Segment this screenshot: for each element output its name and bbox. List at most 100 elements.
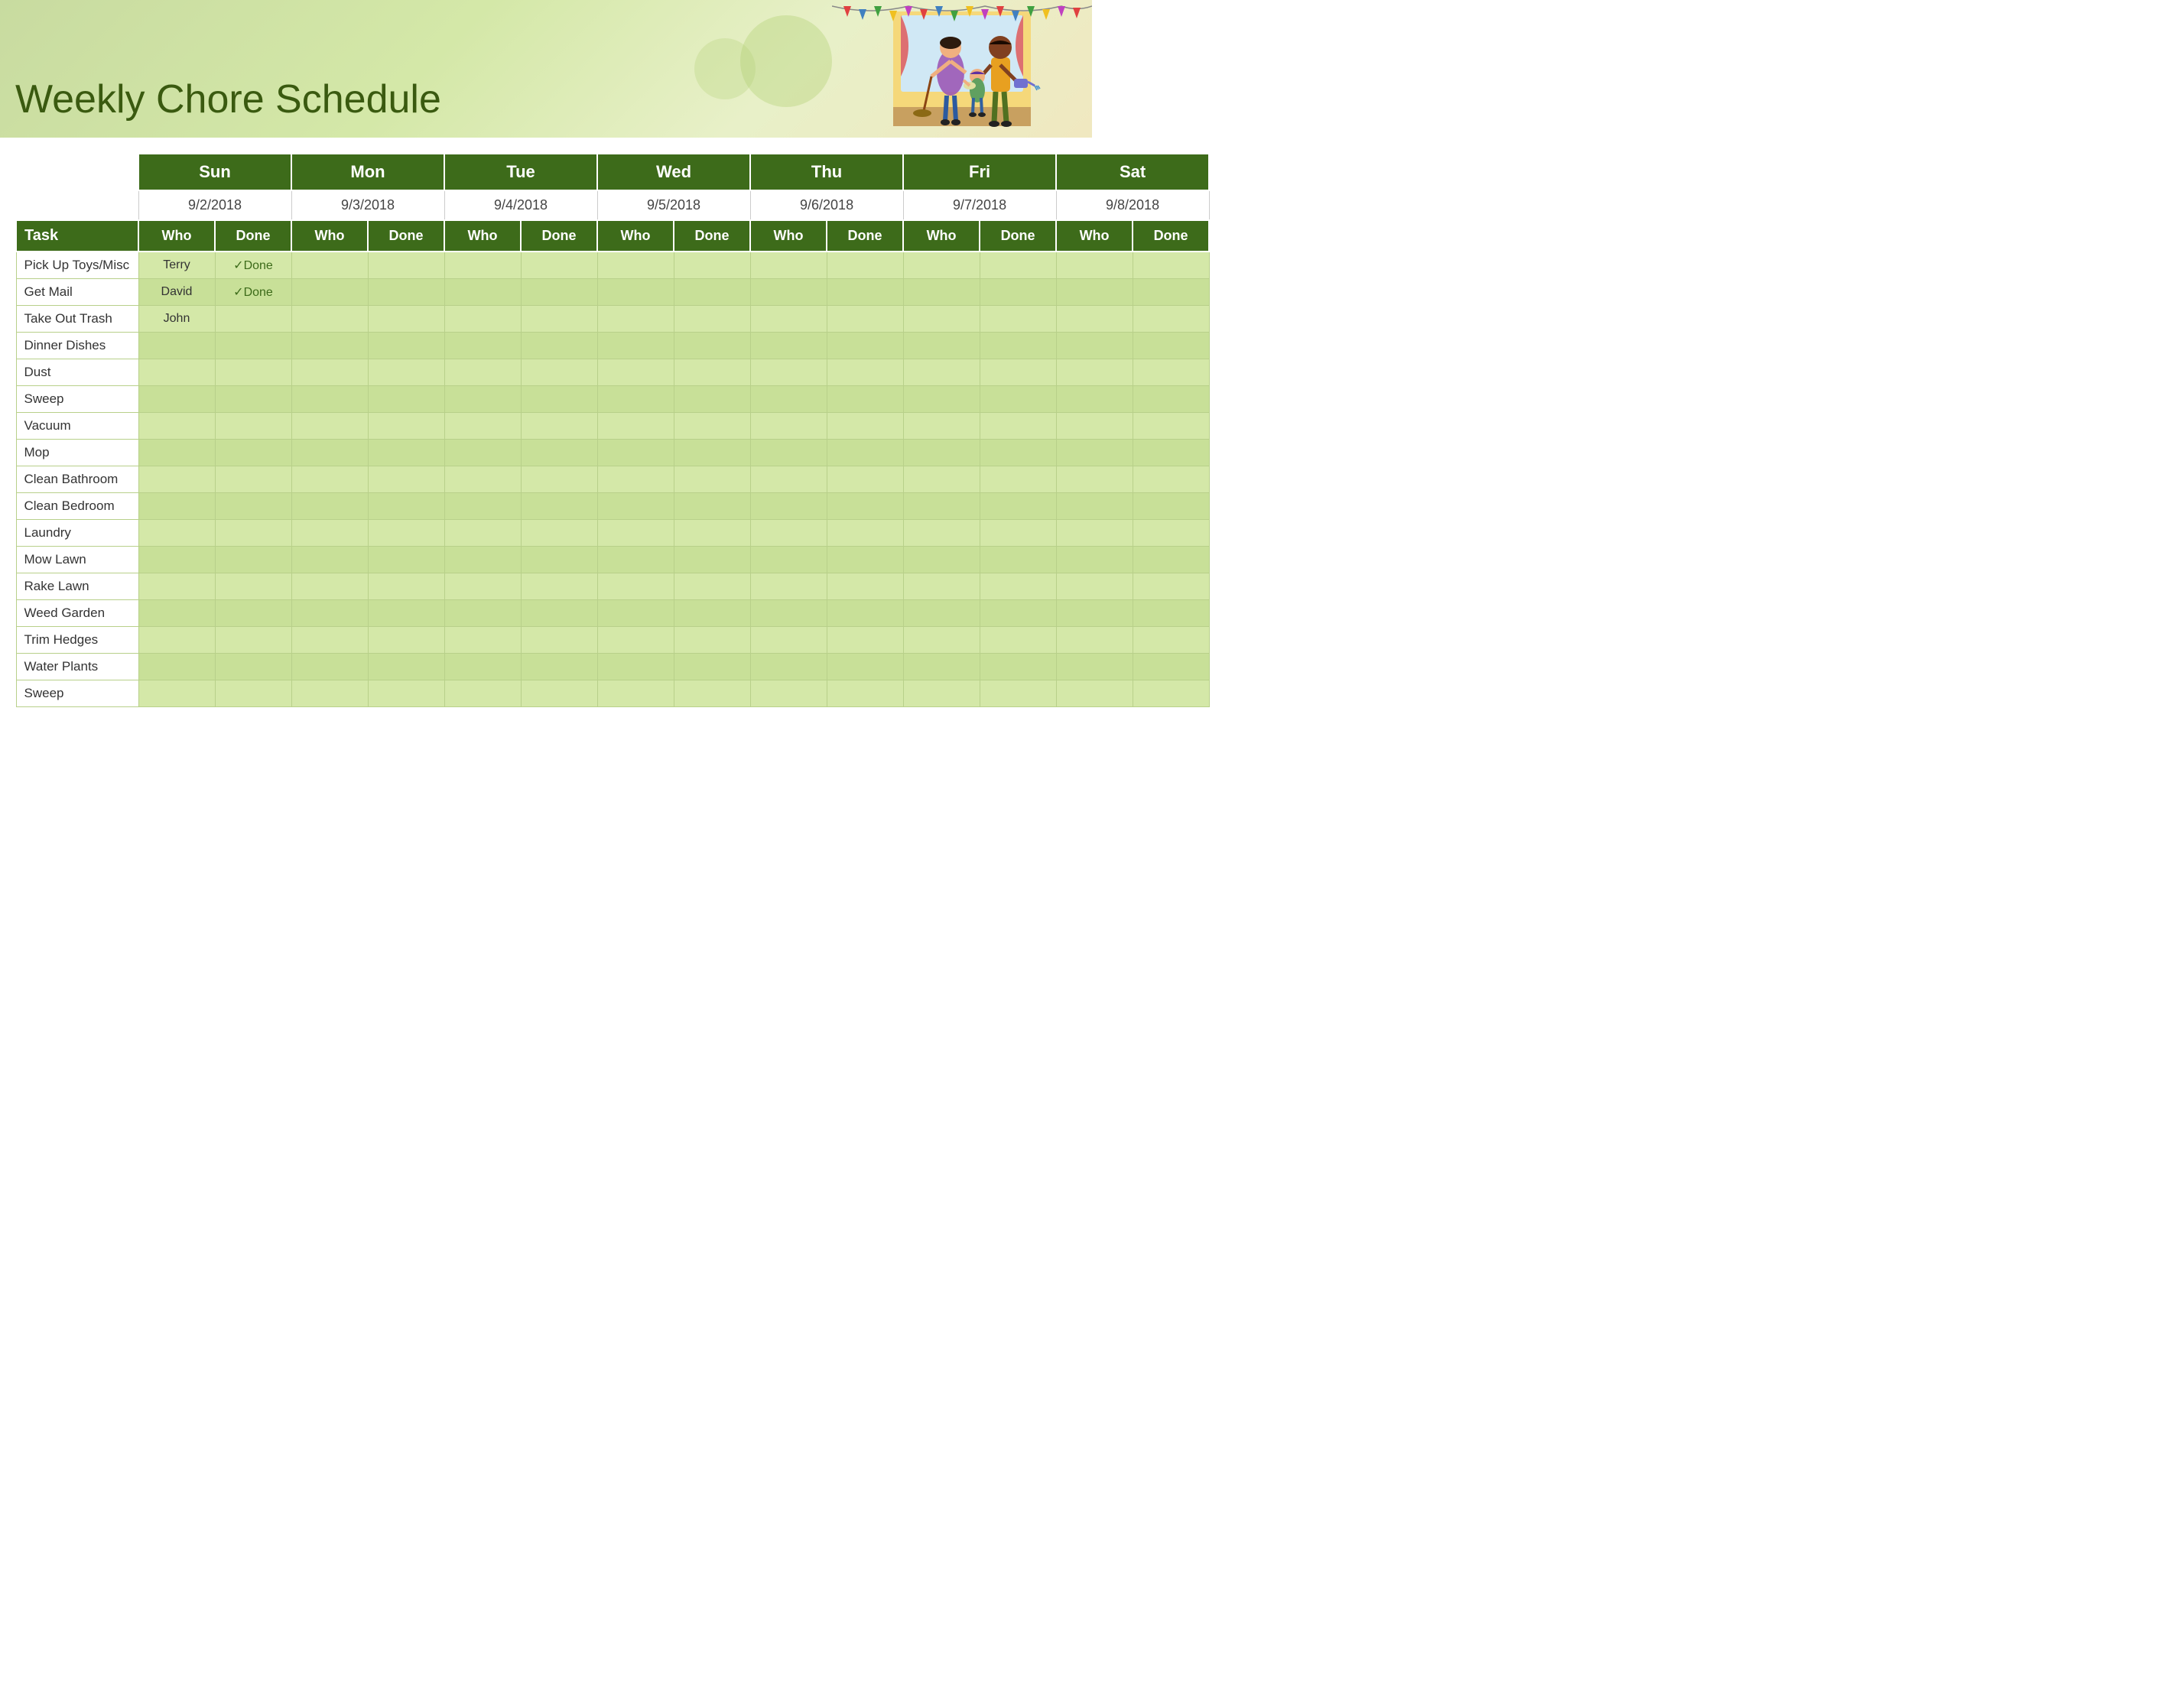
tue-who-cell[interactable]: [444, 279, 521, 306]
wed-done-cell[interactable]: [674, 654, 750, 680]
sun-who-cell[interactable]: [138, 547, 215, 573]
wed-who-cell[interactable]: [597, 333, 674, 359]
fri-who-cell[interactable]: [903, 279, 980, 306]
tue-who-cell[interactable]: [444, 306, 521, 333]
sun-done-cell[interactable]: [215, 359, 291, 386]
mon-who-cell[interactable]: [291, 466, 368, 493]
fri-done-cell[interactable]: [980, 680, 1056, 707]
thu-who-cell[interactable]: [750, 333, 827, 359]
tue-who-cell[interactable]: [444, 627, 521, 654]
tue-done-cell[interactable]: [521, 306, 597, 333]
sun-who-cell[interactable]: Terry: [138, 252, 215, 279]
sun-done-cell[interactable]: [215, 573, 291, 600]
sat-done-cell[interactable]: [1133, 600, 1209, 627]
mon-done-cell[interactable]: [368, 547, 444, 573]
fri-who-cell[interactable]: [903, 440, 980, 466]
sat-who-cell[interactable]: [1056, 359, 1133, 386]
sat-who-cell[interactable]: [1056, 600, 1133, 627]
tue-who-cell[interactable]: [444, 440, 521, 466]
mon-who-cell[interactable]: [291, 600, 368, 627]
thu-who-cell[interactable]: [750, 493, 827, 520]
fri-done-cell[interactable]: [980, 654, 1056, 680]
thu-who-cell[interactable]: [750, 654, 827, 680]
sun-done-cell[interactable]: [215, 386, 291, 413]
sat-who-cell[interactable]: [1056, 573, 1133, 600]
sat-done-cell[interactable]: [1133, 547, 1209, 573]
thu-done-cell[interactable]: [827, 440, 903, 466]
sun-done-cell[interactable]: [215, 654, 291, 680]
sat-done-cell[interactable]: [1133, 279, 1209, 306]
sun-who-cell[interactable]: [138, 680, 215, 707]
thu-done-cell[interactable]: [827, 279, 903, 306]
fri-done-cell[interactable]: [980, 547, 1056, 573]
mon-done-cell[interactable]: [368, 333, 444, 359]
mon-done-cell[interactable]: [368, 386, 444, 413]
wed-done-cell[interactable]: [674, 627, 750, 654]
wed-done-cell[interactable]: [674, 440, 750, 466]
mon-who-cell[interactable]: [291, 306, 368, 333]
fri-who-cell[interactable]: [903, 386, 980, 413]
wed-who-cell[interactable]: [597, 520, 674, 547]
fri-done-cell[interactable]: [980, 600, 1056, 627]
sun-done-cell[interactable]: [215, 547, 291, 573]
mon-who-cell[interactable]: [291, 359, 368, 386]
thu-who-cell[interactable]: [750, 306, 827, 333]
sat-who-cell[interactable]: [1056, 627, 1133, 654]
sun-who-cell[interactable]: [138, 466, 215, 493]
tue-who-cell[interactable]: [444, 654, 521, 680]
mon-done-cell[interactable]: [368, 359, 444, 386]
sun-who-cell[interactable]: [138, 520, 215, 547]
thu-who-cell[interactable]: [750, 466, 827, 493]
tue-who-cell[interactable]: [444, 386, 521, 413]
thu-done-cell[interactable]: [827, 600, 903, 627]
sat-done-cell[interactable]: [1133, 252, 1209, 279]
sat-done-cell[interactable]: [1133, 493, 1209, 520]
sat-done-cell[interactable]: [1133, 680, 1209, 707]
sun-who-cell[interactable]: [138, 654, 215, 680]
wed-done-cell[interactable]: [674, 547, 750, 573]
tue-done-cell[interactable]: [521, 573, 597, 600]
fri-who-cell[interactable]: [903, 627, 980, 654]
thu-done-cell[interactable]: [827, 547, 903, 573]
thu-who-cell[interactable]: [750, 627, 827, 654]
wed-who-cell[interactable]: [597, 600, 674, 627]
fri-done-cell[interactable]: [980, 440, 1056, 466]
thu-done-cell[interactable]: [827, 466, 903, 493]
fri-done-cell[interactable]: [980, 306, 1056, 333]
sun-done-cell[interactable]: [215, 333, 291, 359]
wed-who-cell[interactable]: [597, 573, 674, 600]
fri-done-cell[interactable]: [980, 359, 1056, 386]
thu-done-cell[interactable]: [827, 359, 903, 386]
thu-who-cell[interactable]: [750, 252, 827, 279]
fri-done-cell[interactable]: [980, 279, 1056, 306]
wed-who-cell[interactable]: [597, 413, 674, 440]
mon-who-cell[interactable]: [291, 547, 368, 573]
fri-who-cell[interactable]: [903, 654, 980, 680]
mon-done-cell[interactable]: [368, 520, 444, 547]
sun-who-cell[interactable]: [138, 493, 215, 520]
sat-done-cell[interactable]: [1133, 413, 1209, 440]
mon-done-cell[interactable]: [368, 279, 444, 306]
thu-done-cell[interactable]: [827, 520, 903, 547]
wed-done-cell[interactable]: [674, 252, 750, 279]
thu-who-cell[interactable]: [750, 547, 827, 573]
fri-who-cell[interactable]: [903, 573, 980, 600]
fri-done-cell[interactable]: [980, 413, 1056, 440]
mon-who-cell[interactable]: [291, 654, 368, 680]
sun-who-cell[interactable]: [138, 413, 215, 440]
fri-who-cell[interactable]: [903, 493, 980, 520]
tue-done-cell[interactable]: [521, 413, 597, 440]
mon-done-cell[interactable]: [368, 600, 444, 627]
mon-who-cell[interactable]: [291, 493, 368, 520]
fri-done-cell[interactable]: [980, 520, 1056, 547]
wed-who-cell[interactable]: [597, 547, 674, 573]
tue-who-cell[interactable]: [444, 359, 521, 386]
wed-who-cell[interactable]: [597, 466, 674, 493]
thu-who-cell[interactable]: [750, 279, 827, 306]
sat-who-cell[interactable]: [1056, 654, 1133, 680]
sat-done-cell[interactable]: [1133, 520, 1209, 547]
mon-who-cell[interactable]: [291, 279, 368, 306]
thu-who-cell[interactable]: [750, 359, 827, 386]
tue-done-cell[interactable]: [521, 386, 597, 413]
wed-done-cell[interactable]: [674, 386, 750, 413]
